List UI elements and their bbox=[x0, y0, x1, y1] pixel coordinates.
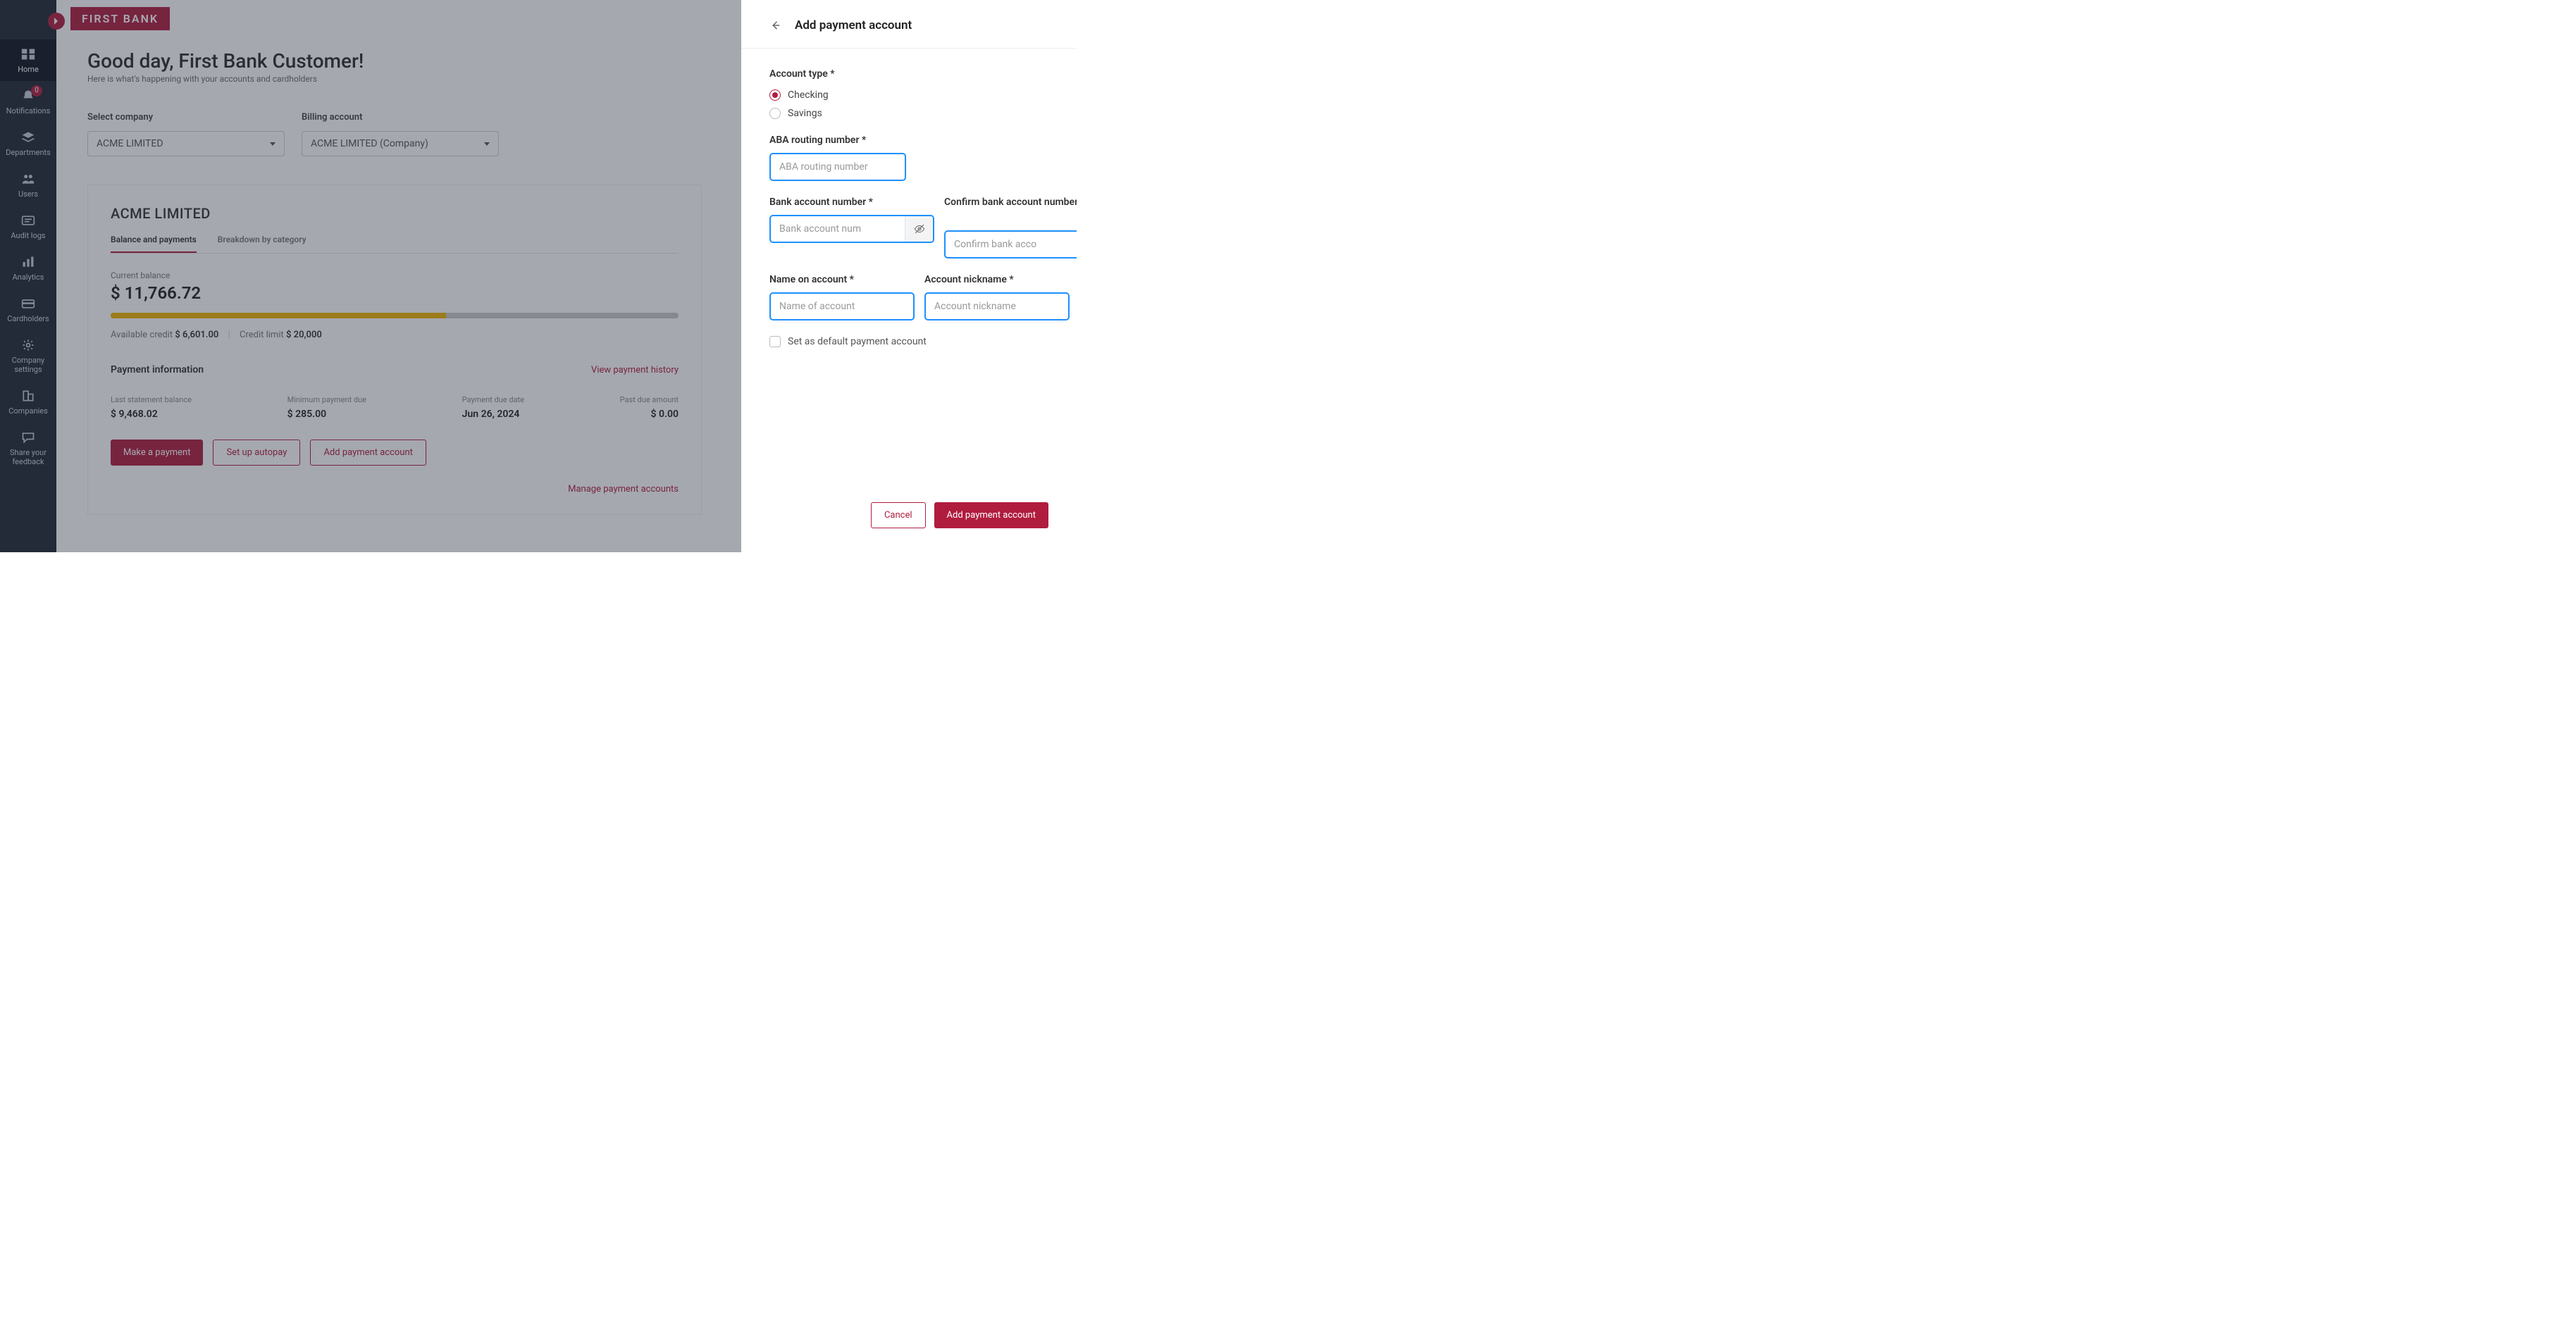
bank-number-input[interactable] bbox=[779, 223, 905, 235]
radio-savings-label: Savings bbox=[788, 108, 822, 119]
confirm-number-label: Confirm bank account number * bbox=[944, 197, 1077, 223]
drawer-title: Add payment account bbox=[795, 18, 912, 32]
default-checkbox-label: Set as default payment account bbox=[788, 336, 927, 347]
name-on-account-label: Name on account * bbox=[769, 274, 915, 285]
default-checkbox[interactable] bbox=[769, 336, 781, 347]
account-type-label: Account type * bbox=[769, 68, 1048, 80]
radio-checking[interactable] bbox=[769, 89, 781, 101]
nickname-label: Account nickname * bbox=[924, 274, 1070, 285]
toggle-visibility-button[interactable] bbox=[905, 216, 933, 242]
radio-savings[interactable] bbox=[769, 108, 781, 119]
aba-input[interactable] bbox=[779, 161, 905, 173]
bank-number-label: Bank account number * bbox=[769, 197, 934, 208]
add-payment-drawer: Add payment account Account type * Check… bbox=[741, 0, 1077, 552]
name-on-account-input[interactable] bbox=[779, 301, 905, 312]
aba-label: ABA routing number * bbox=[769, 135, 1048, 146]
cancel-button[interactable]: Cancel bbox=[871, 502, 926, 528]
confirm-number-input[interactable] bbox=[954, 239, 1077, 250]
submit-button[interactable]: Add payment account bbox=[934, 502, 1048, 528]
back-arrow-icon[interactable] bbox=[769, 19, 782, 32]
nickname-input[interactable] bbox=[934, 301, 1060, 312]
radio-checking-label: Checking bbox=[788, 89, 829, 101]
